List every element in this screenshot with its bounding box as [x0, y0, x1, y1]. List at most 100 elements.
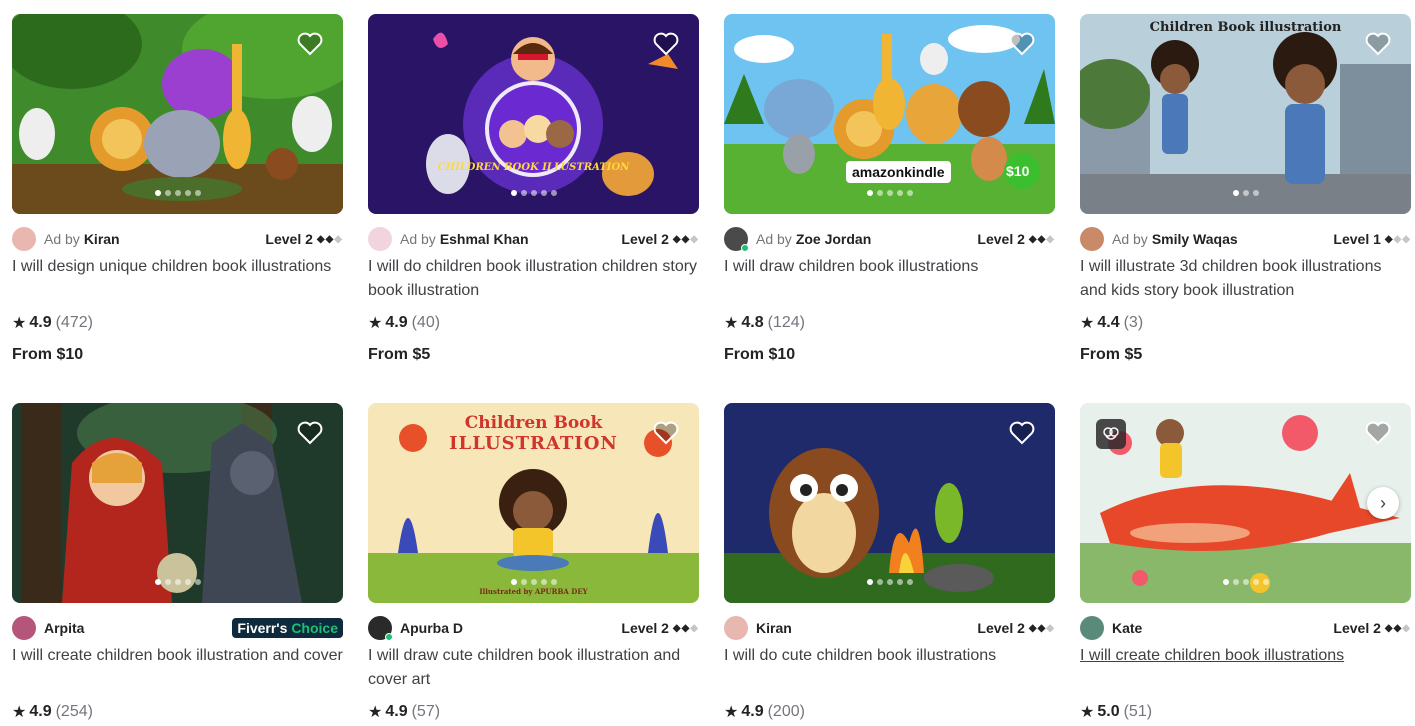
seller-name[interactable]: Arpita [44, 620, 84, 636]
seller-row: Arpita Fiverr's Choice [12, 616, 343, 640]
review-count: (254) [55, 703, 93, 720]
seller-level: Level 2 ◆◆◆ [621, 231, 699, 247]
heart-icon[interactable] [1365, 32, 1391, 56]
gig-thumbnail[interactable] [724, 403, 1055, 603]
red-riding-hood-image [12, 403, 343, 603]
star-icon: ★ [724, 704, 739, 721]
review-count: (57) [411, 703, 441, 720]
gig-title[interactable]: I will design unique children book illus… [12, 255, 343, 303]
seller-row: Kate Level 2 ◆◆◆ [1080, 616, 1411, 640]
gig-card[interactable]: amazonkindle $10 Ad by Zoe Jordan Level … [724, 14, 1055, 367]
star-icon: ★ [1080, 704, 1095, 721]
star-icon: ★ [12, 704, 27, 721]
seller-name[interactable]: Eshmal Khan [440, 231, 529, 247]
online-indicator [385, 633, 393, 641]
avatar[interactable] [1080, 227, 1104, 251]
rating-row: ★ 4.4 (3) [1080, 311, 1411, 335]
gig-thumbnail[interactable] [12, 403, 343, 603]
rating-value: 4.4 [1097, 314, 1120, 331]
rating-value: 5.0 [1097, 703, 1120, 720]
gig-title[interactable]: I will draw children book illustrations [724, 255, 1055, 303]
gig-title[interactable]: I will do children book illustration chi… [368, 255, 699, 303]
carousel-dots [154, 190, 201, 196]
gig-card[interactable]: Ad by Kiran Level 2 ◆◆◆ I will design uni… [12, 14, 343, 367]
star-icon: ★ [12, 315, 27, 332]
chevron-right-icon[interactable]: › [1367, 487, 1399, 519]
carousel-dots [510, 579, 557, 585]
fiverrs-choice-badge: Fiverr's Choice [232, 618, 343, 638]
seller-row: Apurba D Level 2 ◆◆◆ [368, 616, 699, 641]
owl-and-grasshopper-image [724, 403, 1055, 603]
thumbnail-credit: Illustrated by APURBA DEY [479, 587, 588, 596]
gig-card[interactable]: Children Book ILLUSTRATION Illustrated b… [368, 403, 699, 724]
review-count: (3) [1123, 314, 1144, 331]
review-count: (124) [767, 314, 805, 331]
gig-title[interactable]: I will create children book illustration… [1080, 644, 1411, 692]
gig-title[interactable]: I will illustrate 3d children book illus… [1080, 255, 1411, 303]
avatar[interactable] [724, 227, 749, 252]
star-icon: ★ [368, 315, 383, 332]
rating-value: 4.8 [741, 314, 764, 331]
gig-title[interactable]: I will create children book illustration… [12, 644, 343, 692]
gig-thumbnail[interactable]: Children Book ILLUSTRATION Illustrated b… [368, 403, 699, 603]
ad-label: Ad by [756, 231, 792, 247]
heart-icon[interactable] [297, 421, 323, 445]
heart-icon[interactable] [297, 32, 323, 56]
price: From $10 [724, 346, 796, 363]
avatar[interactable] [1080, 616, 1104, 640]
rating-row: ★ 4.9 (472) [12, 311, 343, 335]
ai-brain-icon [1096, 419, 1126, 449]
seller-level: Level 2 ◆◆◆ [1333, 620, 1411, 636]
seller-level: Level 2 ◆◆◆ [977, 231, 1055, 247]
carousel-dots [866, 579, 913, 585]
seller-name[interactable]: Kiran [84, 231, 120, 247]
avatar[interactable] [724, 616, 748, 640]
seller-name[interactable]: Apurba D [400, 620, 463, 636]
avatar[interactable] [12, 227, 36, 251]
gig-thumbnail[interactable]: CHILDREN BOOK ILLUSTRATION [368, 14, 699, 214]
seller-level: Level 1 ◆◆◆ [1333, 231, 1411, 247]
carousel-dots [154, 579, 201, 585]
avatar[interactable] [368, 616, 393, 641]
review-count: (51) [1123, 703, 1153, 720]
seller-level: Level 2 ◆◆◆ [977, 620, 1055, 636]
gig-card[interactable]: CHILDREN BOOK ILLUSTRATION Ad by Eshmal … [368, 14, 699, 367]
heart-icon[interactable] [1365, 421, 1391, 445]
running-kids-image [1080, 14, 1411, 214]
seller-name[interactable]: Kate [1112, 620, 1142, 636]
gig-title[interactable]: I will draw cute children book illustrat… [368, 644, 699, 692]
star-icon: ★ [724, 315, 739, 332]
gig-thumbnail[interactable] [12, 14, 343, 214]
heart-icon[interactable] [1009, 421, 1035, 445]
seller-row: Ad by Smily Waqas Level 1 ◆◆◆ [1080, 227, 1411, 251]
seller-name[interactable]: Kiran [756, 620, 792, 636]
ad-label: Ad by [400, 231, 436, 247]
gig-thumbnail[interactable]: amazonkindle $10 [724, 14, 1055, 214]
review-count: (200) [767, 703, 805, 720]
seller-row: Ad by Kiran Level 2 ◆◆◆ [12, 227, 343, 251]
rating-row: ★ 4.9 (200) [724, 700, 1055, 724]
rating-value: 4.9 [29, 314, 52, 331]
gig-title[interactable]: I will do cute children book illustratio… [724, 644, 1055, 692]
gig-card[interactable]: Children Book illustration Ad by Smily W… [1080, 14, 1411, 367]
avatar[interactable] [368, 227, 392, 251]
rating-row: ★ 4.9 (254) [12, 700, 343, 724]
seller-name[interactable]: Zoe Jordan [796, 231, 871, 247]
seller-row: Ad by Zoe Jordan Level 2 ◆◆◆ [724, 227, 1055, 252]
gig-card[interactable]: Kiran Level 2 ◆◆◆ I will do cute children… [724, 403, 1055, 724]
rating-value: 4.9 [29, 703, 52, 720]
carousel-dots [1222, 579, 1269, 585]
gig-card[interactable]: › Kate Level 2 ◆◆◆ I will create children… [1080, 403, 1411, 724]
avatar[interactable] [12, 616, 36, 640]
heart-icon[interactable] [1009, 32, 1035, 56]
gig-thumbnail[interactable]: Children Book illustration [1080, 14, 1411, 214]
star-icon: ★ [1080, 315, 1095, 332]
price: From $5 [1080, 346, 1143, 363]
heart-icon[interactable] [653, 421, 679, 445]
gig-thumbnail[interactable]: › [1080, 403, 1411, 603]
heart-icon[interactable] [653, 32, 679, 56]
gig-card[interactable]: Arpita Fiverr's Choice I will create chi… [12, 403, 343, 724]
seller-row: Ad by Eshmal Khan Level 2 ◆◆◆ [368, 227, 699, 251]
seller-name[interactable]: Smily Waqas [1152, 231, 1238, 247]
rating-row: ★ 5.0 (51) [1080, 700, 1411, 724]
